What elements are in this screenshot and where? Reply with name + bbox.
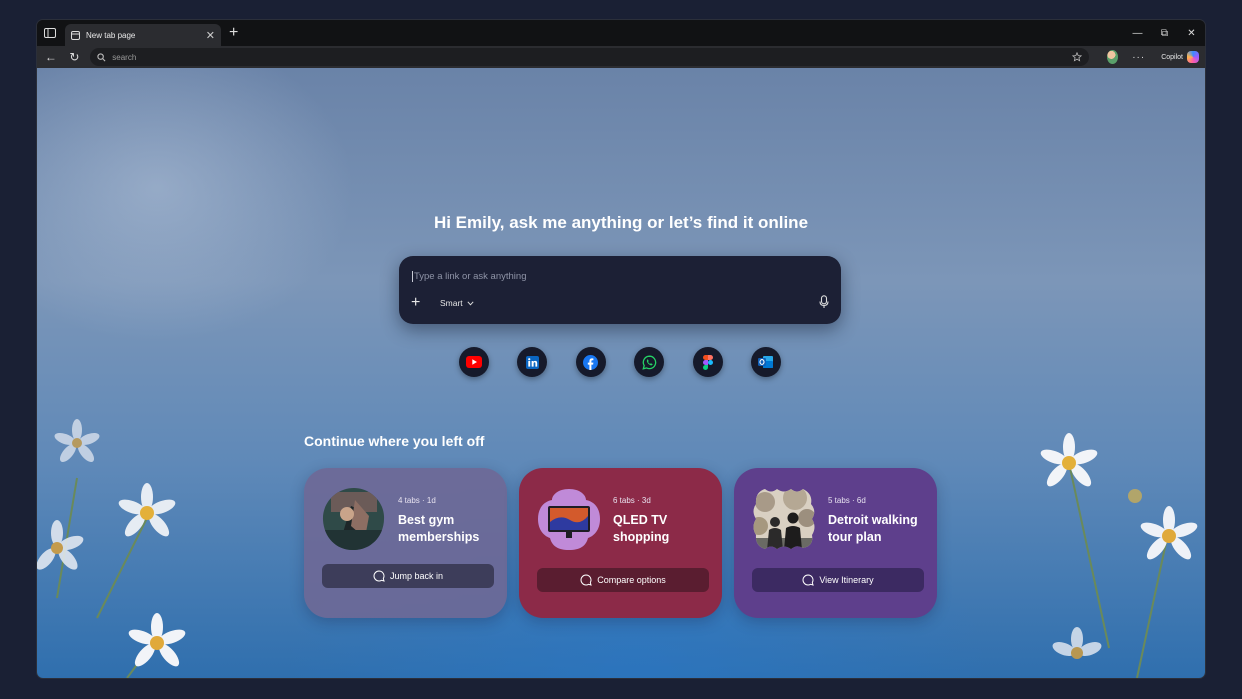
page-icon: [71, 30, 80, 40]
shortcuts-row: [459, 347, 781, 377]
gym-thumbnail-image: [322, 488, 385, 551]
mode-selector[interactable]: Smart: [432, 294, 482, 312]
outlook-icon: [758, 356, 774, 368]
restore-icon[interactable]: ⧉: [1151, 20, 1178, 46]
title-bar: New tab page ✕ + — ⧉ ✕: [37, 20, 1205, 46]
mode-label: Smart: [440, 298, 463, 308]
view-itinerary-button[interactable]: View Itinerary: [752, 568, 924, 592]
shortcut-linkedin[interactable]: [517, 347, 548, 377]
browser-window: New tab page ✕ + — ⧉ ✕ ← ↻ search ··· Co…: [37, 20, 1205, 678]
address-placeholder: search: [112, 52, 137, 62]
back-button[interactable]: ←: [43, 48, 59, 66]
card-meta: 5 tabs · 6d: [828, 496, 866, 505]
copilot-button[interactable]: Copilot: [1161, 51, 1199, 63]
detroit-thumbnail-image: [753, 489, 815, 549]
chevron-down-icon: [467, 300, 474, 306]
sidebar-toggle-icon[interactable]: [37, 20, 63, 46]
flowers-right-decoration: [1040, 433, 1198, 678]
card-gym-memberships[interactable]: 4 tabs · 1d Best gym memberships Jump ba…: [304, 468, 507, 618]
minimize-icon[interactable]: —: [1124, 20, 1151, 46]
address-bar[interactable]: search: [90, 48, 1090, 66]
favorite-star-icon[interactable]: [1072, 52, 1083, 62]
compare-options-button[interactable]: Compare options: [537, 568, 709, 592]
compare-options-label: Compare options: [597, 575, 666, 585]
reload-button[interactable]: ↻: [67, 48, 83, 66]
tab-new-tab-page[interactable]: New tab page ✕: [65, 24, 221, 46]
close-window-icon[interactable]: ✕: [1178, 20, 1205, 46]
facebook-icon: [583, 354, 599, 370]
card-qled-tv-shopping[interactable]: 6 tabs · 3d QLED TV shopping Compare opt…: [519, 468, 722, 618]
jump-back-in-label: Jump back in: [389, 571, 444, 581]
add-attachment-button[interactable]: +: [411, 294, 420, 312]
shortcut-youtube[interactable]: [459, 347, 489, 377]
profile-avatar[interactable]: [1107, 50, 1119, 64]
window-controls: — ⧉ ✕: [1124, 20, 1205, 46]
view-itinerary-label: View Itinerary: [819, 575, 874, 585]
more-menu-button[interactable]: ···: [1132, 52, 1145, 63]
copilot-label: Copilot: [1161, 53, 1183, 61]
card-title: Detroit walking tour plan: [828, 513, 918, 544]
shortcut-outlook[interactable]: [750, 347, 781, 377]
card-meta: 4 tabs · 1d: [398, 496, 436, 505]
copilot-icon: [1186, 51, 1199, 63]
linkedin-icon: [525, 355, 539, 369]
tab-title: New tab page: [86, 30, 136, 40]
chat-bubble-icon: [580, 574, 592, 586]
tab-close-icon[interactable]: ✕: [206, 29, 215, 42]
figma-icon: [702, 354, 713, 370]
new-tab-content: Hi Emily, ask me anything or let’s find …: [37, 68, 1205, 678]
shortcut-figma[interactable]: [692, 347, 723, 377]
card-title: QLED TV shopping: [613, 513, 670, 544]
shortcut-whatsapp[interactable]: [634, 347, 665, 377]
microphone-icon[interactable]: [819, 295, 829, 309]
youtube-icon: [466, 356, 482, 368]
card-title: Best gym memberships: [398, 513, 480, 544]
search-icon: [97, 52, 106, 61]
search-box[interactable]: Type a link or ask anything + Smart: [399, 256, 841, 324]
toolbar: ← ↻ search ··· Copilot: [37, 46, 1205, 68]
new-tab-button[interactable]: +: [229, 25, 238, 41]
card-meta: 6 tabs · 3d: [613, 496, 651, 505]
continue-section-title: Continue where you left off: [304, 433, 485, 449]
greeting-heading: Hi Emily, ask me anything or let’s find …: [433, 213, 809, 232]
card-detroit-walking-tour[interactable]: 5 tabs · 6d Detroit walking tour plan Vi…: [734, 468, 937, 618]
flowers-left-decoration: [37, 419, 186, 678]
tv-thumbnail-image: [538, 489, 600, 550]
chat-bubble-icon: [802, 574, 815, 586]
shortcut-facebook[interactable]: [575, 347, 606, 377]
whatsapp-icon: [642, 355, 656, 370]
jump-back-in-button[interactable]: Jump back in: [322, 564, 494, 588]
chat-bubble-icon: [373, 570, 385, 582]
search-input[interactable]: Type a link or ask anything: [412, 271, 526, 282]
